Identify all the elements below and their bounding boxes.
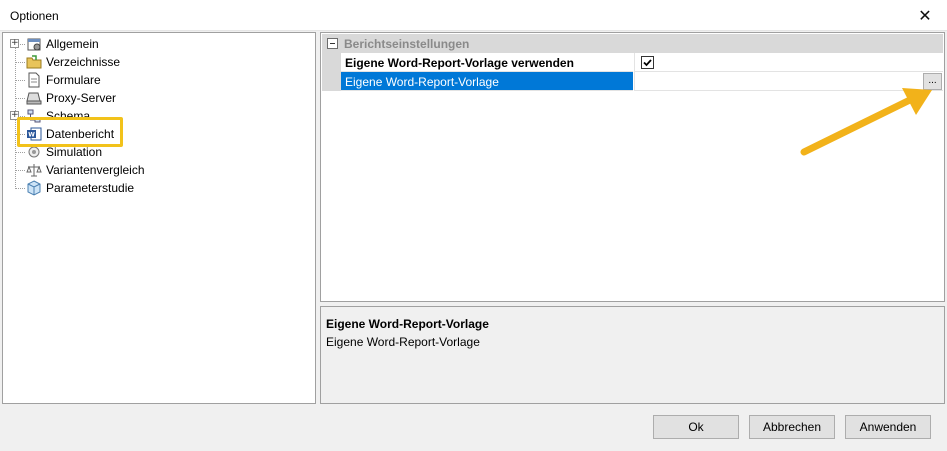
- cancel-button[interactable]: Abbrechen: [749, 415, 835, 439]
- tree-item-label: Parameterstudie: [46, 181, 135, 195]
- description-text: Eigene Word-Report-Vorlage: [326, 335, 480, 349]
- tree-connector: [15, 152, 25, 153]
- options-tree[interactable]: + Allgemein Verzeichnisse Formulare Prox…: [2, 32, 316, 404]
- checkmark-icon: [643, 59, 652, 67]
- tree-item-label: Proxy-Server: [46, 91, 117, 105]
- tree-connector: [15, 62, 25, 63]
- close-icon: ✕: [918, 7, 932, 25]
- property-value[interactable]: [634, 53, 943, 72]
- expand-icon[interactable]: +: [10, 39, 19, 48]
- tree-item-label: Verzeichnisse: [46, 55, 121, 69]
- apply-button[interactable]: Anwenden: [845, 415, 931, 439]
- tree-item-label: Formulare: [46, 73, 101, 87]
- form-document-icon: [28, 72, 40, 88]
- description-title: Eigene Word-Report-Vorlage: [326, 317, 489, 331]
- property-grid[interactable]: Berichtseinstellungen Eigene Word-Report…: [320, 32, 945, 302]
- tree-connector: [15, 170, 25, 171]
- server-icon: [26, 92, 42, 105]
- cube-icon: [27, 180, 41, 196]
- property-name: Eigene Word-Report-Vorlage verwenden: [341, 53, 633, 72]
- close-button[interactable]: ✕: [903, 0, 947, 31]
- category-label: Berichtseinstellungen: [344, 37, 470, 51]
- tree-connector: [15, 188, 25, 189]
- tree-item-label: Variantenvergleich: [46, 163, 145, 177]
- tree-item-label: Simulation: [46, 145, 103, 159]
- row-gutter: [322, 53, 341, 72]
- window-title: Optionen: [10, 9, 59, 23]
- use-template-checkbox[interactable]: [641, 56, 654, 69]
- title-bar: Optionen ✕: [0, 0, 947, 31]
- tree-connector: [15, 80, 25, 81]
- general-settings-icon: [27, 38, 41, 51]
- folder-icon: [26, 55, 42, 69]
- collapse-icon[interactable]: [327, 38, 338, 49]
- ok-button[interactable]: Ok: [653, 415, 739, 439]
- tree-connector: [15, 98, 25, 99]
- description-panel: Eigene Word-Report-Vorlage Eigene Word-R…: [320, 306, 945, 404]
- annotation-arrow: [800, 88, 932, 156]
- highlight-box: [17, 117, 123, 147]
- property-name: Eigene Word-Report-Vorlage: [341, 72, 633, 91]
- category-row[interactable]: Berichtseinstellungen: [322, 34, 943, 53]
- tree-item-label: Allgemein: [46, 37, 99, 51]
- property-row-use-template[interactable]: Eigene Word-Report-Vorlage verwenden: [322, 53, 943, 72]
- row-gutter: [322, 72, 341, 91]
- balance-scale-icon: [26, 164, 42, 177]
